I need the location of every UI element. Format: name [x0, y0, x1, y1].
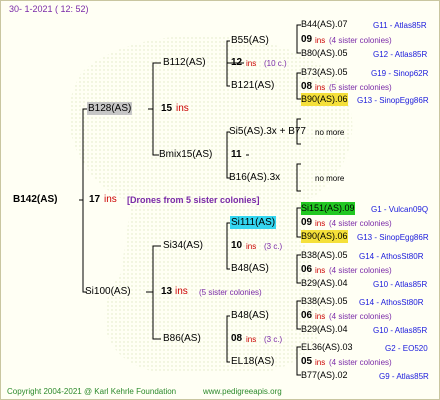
gen4-g1-ins: ins: [315, 36, 326, 45]
gen4-g5-top-code: G14 - AthosSt80R: [359, 298, 424, 307]
timestamp-header: 30- 1-2021 ( 12: 52): [9, 4, 89, 14]
gen4-g3-bottom-code: G13 - SinopEgg86R: [357, 233, 429, 242]
gen2-si34-year: 10: [231, 240, 243, 251]
pedigree-chart: 30- 1-2021 ( 12: 52) B142(AS) 17 ins [Dr…: [0, 0, 440, 400]
gen3-queen-3: Si5(AS).3x + B77: [229, 126, 306, 137]
gen2-b112-note: (10 c.): [264, 59, 287, 68]
gen2-queen-si34: Si34(AS): [163, 240, 204, 251]
gen4-g5-ins: ins: [315, 312, 326, 321]
gen3-queen-5: Si111(AS): [230, 216, 277, 229]
gen2-si34-ins: ins: [246, 242, 257, 251]
gen4-g2-top-code: G19 - Sinop62R: [371, 69, 429, 78]
gen1-si100-ins: ins: [175, 286, 188, 297]
gen3-queen-3-note: no more: [315, 128, 345, 137]
gen4-g2-bottom-code: G13 - SinopEgg86R: [357, 96, 429, 105]
gen3-queen-1: B55(AS): [231, 35, 269, 46]
root-note: [Drones from 5 sister colonies]: [127, 195, 260, 205]
gen3-queen-8: EL18(AS): [231, 356, 275, 367]
gen4-g3-bottom: B90(AS).06: [301, 230, 348, 243]
gen4-g2-year: 08: [301, 81, 313, 92]
gen2-si34-note: (3 c.): [264, 242, 283, 251]
gen4-g3-note: (4 sister colonies): [329, 219, 392, 228]
root-ins-label: ins: [104, 194, 117, 205]
gen3-queen-6: B48(AS): [231, 263, 269, 274]
gen4-g4-ins: ins: [315, 266, 326, 275]
gen4-g6-top: EL36(AS).03: [301, 342, 353, 352]
gen4-g3-year: 09: [301, 217, 313, 228]
footer-copyright: Copyright 2004-2021 @ Karl Kehrle Founda…: [7, 387, 177, 396]
gen1-si100-note: (5 sister colonies): [199, 288, 262, 297]
gen4-g1-top-code: G11 - Atlas85R: [373, 21, 427, 30]
gen4-g6-ins: ins: [315, 358, 326, 367]
gen4-g2-top: B73(AS).05: [301, 67, 348, 77]
gen4-g1-top: B44(AS).07: [301, 19, 348, 29]
gen4-g1-note: (4 sister colonies): [329, 36, 392, 45]
gen2-b86-year: 08: [231, 333, 243, 344]
root-year-number: 17: [89, 194, 101, 205]
gen4-g1-bottom: B80(AS).05: [301, 48, 348, 58]
gen1-queen-si100: Si100(AS): [85, 286, 131, 297]
gen4-g5-year: 06: [301, 310, 313, 321]
gen4-g4-year: 06: [301, 264, 313, 275]
gen3-queen-2: B121(AS): [231, 80, 275, 91]
gen4-g5-bottom-code: G10 - Atlas85R: [373, 326, 428, 335]
gen4-g5-bottom: B29(AS).04: [301, 324, 348, 334]
gen4-g3-top: Si151(AS).09: [301, 202, 355, 215]
gen4-g6-top-code: G2 - EO520: [385, 344, 428, 353]
gen4-g4-top: B38(AS).05: [301, 250, 348, 260]
gen1-queen-b128: B128(AS): [87, 102, 133, 115]
gen4-g4-note: (4 sister colonies): [329, 266, 392, 275]
gen2-b112-ins: ins: [246, 59, 257, 68]
gen2-b112-year: 12: [231, 57, 243, 68]
gen1-b128-ins: ins: [176, 103, 189, 114]
gen4-g6-year: 05: [301, 356, 313, 367]
gen4-g1-year: 09: [301, 34, 313, 45]
gen2-queen-b86: B86(AS): [163, 333, 201, 344]
gen2-bmix15-year: 11: [231, 149, 242, 160]
gen4-g2-bottom: B90(AS).06: [301, 93, 348, 106]
gen4-g3-ins: ins: [315, 219, 326, 228]
gen2-b86-ins: ins: [246, 335, 257, 344]
gen4-g5-note: (4 sister colonies): [329, 312, 392, 321]
gen3-queen-4: B16(AS).3x: [229, 172, 281, 183]
root-queen-name: B142(AS): [13, 194, 58, 205]
gen4-g6-note: (4 sister colonies): [329, 358, 392, 367]
gen2-queen-b112: B112(AS): [163, 57, 206, 68]
gen4-g4-bottom-code: G10 - Atlas85R: [373, 280, 428, 289]
gen4-g6-bottom-code: G9 - Atlas85R: [379, 372, 429, 381]
gen3-queen-7: B48(AS): [231, 310, 269, 321]
gen1-si100-year: 13: [161, 286, 173, 297]
gen4-g5-top: B38(AS).05: [301, 296, 348, 306]
footer-site-link[interactable]: www.pedigreeapis.org: [203, 385, 282, 398]
gen3-queen-4-note: no more: [315, 174, 345, 183]
gen4-g6-bottom: B77(AS).02: [301, 370, 348, 380]
gen2-b86-note: (3 c.): [264, 335, 283, 344]
gen2-queen-bmix15: Bmix15(AS): [159, 149, 213, 160]
gen4-g3-top-code: G1 - Vulcan09Q: [371, 205, 429, 214]
gen4-g4-bottom: B29(AS).04: [301, 278, 348, 288]
gen4-g4-top-code: G14 - AthosSt80R: [359, 252, 424, 261]
gen4-g1-bottom-code: G12 - Atlas85R: [373, 50, 428, 59]
gen1-b128-year: 15: [161, 103, 173, 114]
